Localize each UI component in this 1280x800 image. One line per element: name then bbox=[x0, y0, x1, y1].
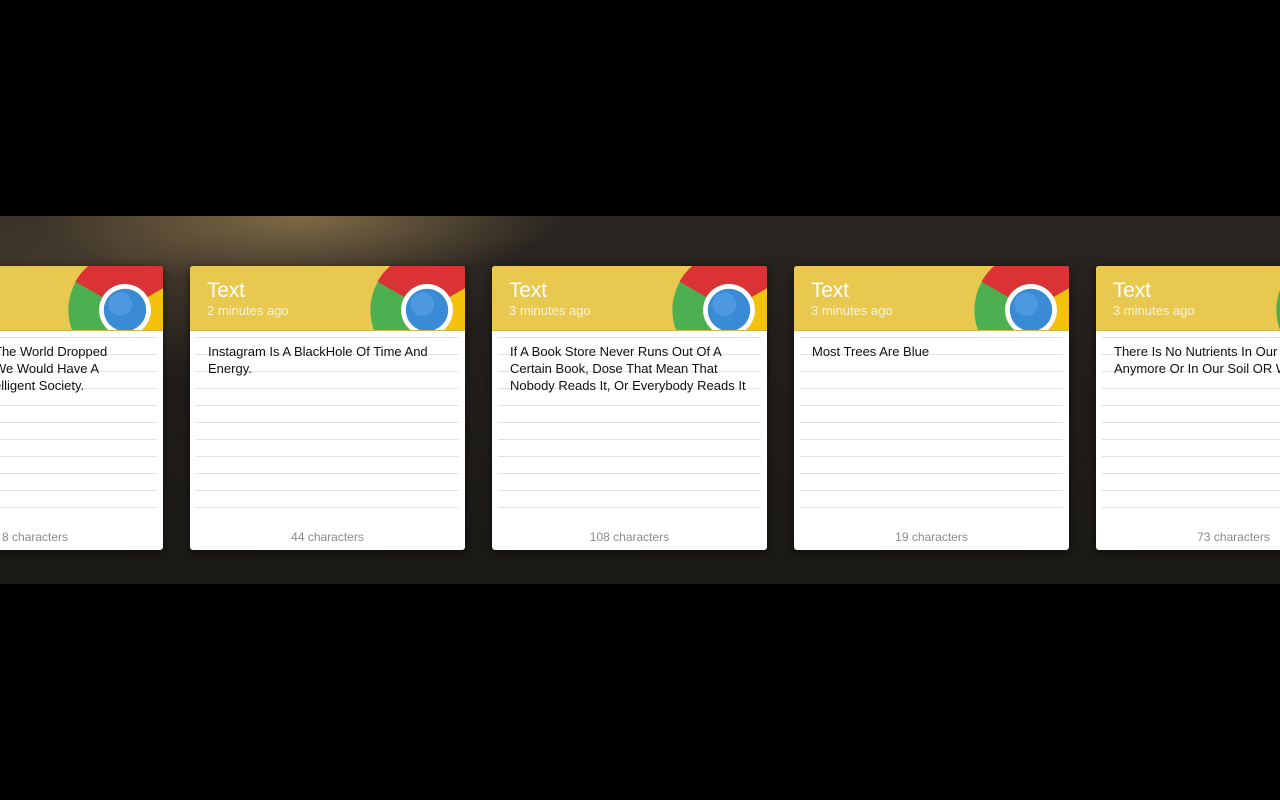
chrome-icon bbox=[68, 266, 163, 330]
card-header: Text 2 minutes ago bbox=[190, 266, 465, 331]
chrome-icon bbox=[672, 266, 767, 330]
card-text: The World Dropped We Would Have Aelligent… bbox=[0, 344, 108, 393]
card-type-label: Text bbox=[207, 279, 245, 302]
clip-card[interactable]: Text 3 minutes ago If A Book Store Never… bbox=[492, 266, 767, 550]
card-text: Instagram Is A BlackHole Of Time And Ene… bbox=[208, 344, 428, 376]
card-type-label: Text bbox=[509, 279, 547, 302]
card-body: Most Trees Are Blue 19 characters bbox=[800, 331, 1063, 550]
card-char-count: 108 characters bbox=[589, 530, 670, 544]
card-header: Text 3 minutes ago bbox=[794, 266, 1069, 331]
card-timestamp: 3 minutes ago bbox=[509, 303, 591, 318]
clip-card[interactable]: Text 3 minutes ago There Is No Nutrients… bbox=[1096, 266, 1280, 550]
card-char-count: 73 characters bbox=[1197, 530, 1270, 544]
card-header: Text 3 minutes ago bbox=[1096, 266, 1280, 331]
chrome-icon bbox=[1276, 290, 1280, 330]
card-header: Text bbox=[0, 266, 163, 331]
card-char-count: 44 characters bbox=[291, 530, 364, 544]
card-body: Instagram Is A BlackHole Of Time And Ene… bbox=[196, 331, 459, 550]
card-text: Most Trees Are Blue bbox=[812, 344, 930, 359]
card-type-label: Text bbox=[1113, 279, 1151, 302]
clipboard-strip: Text The World DroppedWe Would Have Aell… bbox=[0, 216, 1280, 584]
card-type-label: Text bbox=[811, 279, 849, 302]
card-text: If A Book Store Never Runs Out Of A Cert… bbox=[510, 344, 746, 393]
card-body: If A Book Store Never Runs Out Of A Cert… bbox=[498, 331, 761, 550]
card-text: There Is No Nutrients In Our Food Anymor… bbox=[1114, 344, 1280, 376]
chrome-icon bbox=[974, 266, 1069, 330]
card-timestamp: 2 minutes ago bbox=[207, 303, 289, 318]
chrome-icon bbox=[370, 266, 465, 330]
card-body: There Is No Nutrients In Our Food Anymor… bbox=[1102, 331, 1280, 550]
card-timestamp: 3 minutes ago bbox=[811, 303, 893, 318]
card-char-count: 19 characters bbox=[895, 530, 968, 544]
card-header: Text 3 minutes ago bbox=[492, 266, 767, 331]
card-body: The World Dropped We Would Have Aelligent… bbox=[0, 331, 157, 550]
card-char-count: 8 characters bbox=[2, 530, 69, 544]
clip-card[interactable]: Text The World DroppedWe Would Have Aell… bbox=[0, 266, 163, 550]
clip-card[interactable]: Text 2 minutes ago Instagram Is A BlackH… bbox=[190, 266, 465, 550]
card-timestamp: 3 minutes ago bbox=[1113, 303, 1195, 318]
clip-card[interactable]: Text 3 minutes ago Most Trees Are Blue 1… bbox=[794, 266, 1069, 550]
